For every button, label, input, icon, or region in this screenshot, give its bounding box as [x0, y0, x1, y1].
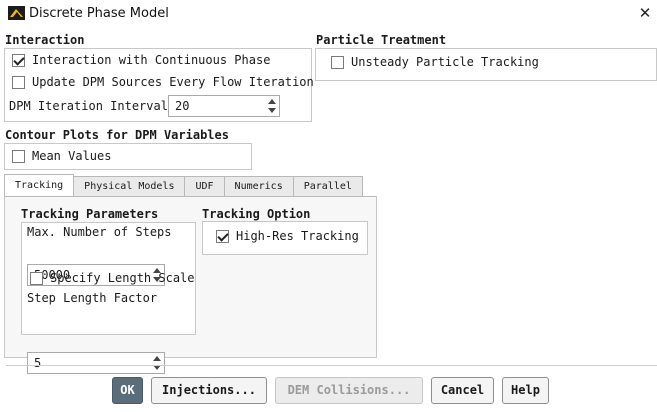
cancel-button[interactable]: Cancel — [431, 377, 494, 404]
spin-up-icon[interactable] — [153, 356, 161, 361]
step-length-factor-value[interactable]: 5 — [34, 356, 164, 370]
high-res-tracking-row[interactable]: High-Res Tracking — [216, 229, 359, 243]
ok-button[interactable]: OK — [112, 377, 143, 404]
high-res-tracking-label: High-Res Tracking — [236, 229, 359, 243]
interaction-continuous-checkbox[interactable] — [12, 53, 25, 67]
unsteady-tracking-label: Unsteady Particle Tracking — [351, 55, 539, 69]
mean-values-label: Mean Values — [32, 149, 112, 163]
spin-down-icon[interactable] — [268, 108, 276, 113]
unsteady-tracking-row[interactable]: Unsteady Particle Tracking — [331, 55, 539, 69]
spin-up-icon[interactable] — [268, 99, 276, 104]
dpm-iteration-interval-label: DPM Iteration Interval — [9, 99, 168, 113]
step-length-factor-spinner[interactable] — [152, 354, 162, 372]
update-dpm-sources-label: Update DPM Sources Every Flow Iteration — [32, 75, 314, 89]
specify-length-scale-checkbox[interactable] — [30, 271, 43, 285]
particle-treatment-title: Particle Treatment — [316, 33, 447, 47]
update-dpm-sources-row[interactable]: Update DPM Sources Every Flow Iteration — [12, 75, 314, 89]
interaction-continuous-label: Interaction with Continuous Phase — [32, 53, 271, 67]
close-icon[interactable]: ✕ — [636, 4, 654, 22]
injections-button[interactable]: Injections... — [151, 377, 267, 404]
tab-bar: Tracking Physical Models UDF Numerics Pa… — [4, 174, 363, 196]
update-dpm-sources-checkbox[interactable] — [12, 75, 25, 89]
dem-collisions-button[interactable]: DEM Collisions... — [275, 377, 423, 404]
step-length-factor-input[interactable]: 5 — [27, 352, 165, 374]
max-steps-label: Max. Number of Steps — [27, 225, 172, 239]
title-bar: Discrete Phase Model ✕ — [0, 0, 657, 28]
window-title: Discrete Phase Model — [29, 6, 169, 21]
help-button[interactable]: Help — [502, 377, 549, 404]
high-res-tracking-checkbox[interactable] — [216, 229, 229, 243]
dpm-iteration-interval-value[interactable]: 20 — [175, 99, 279, 113]
fluent-app-icon — [8, 6, 25, 20]
tab-udf[interactable]: UDF — [184, 176, 225, 196]
step-length-factor-label: Step Length Factor — [27, 291, 158, 305]
dpm-iteration-interval-spinner[interactable] — [267, 97, 277, 115]
mean-values-row[interactable]: Mean Values — [12, 149, 111, 163]
specify-length-scale-label: Specify Length Scale — [50, 271, 195, 285]
unsteady-tracking-checkbox[interactable] — [331, 55, 344, 69]
tracking-option-title: Tracking Option — [202, 207, 311, 221]
dpm-iteration-interval-input[interactable]: 20 — [168, 95, 280, 117]
tab-physical-models[interactable]: Physical Models — [73, 176, 186, 196]
tab-numerics[interactable]: Numerics — [223, 176, 294, 196]
interaction-title: Interaction — [5, 33, 85, 47]
contour-plots-title: Contour Plots for DPM Variables — [5, 128, 229, 142]
tab-parallel[interactable]: Parallel — [292, 176, 363, 196]
button-separator — [6, 365, 657, 366]
tracking-parameters-title: Tracking Parameters — [21, 207, 159, 221]
specify-length-scale-row[interactable]: Specify Length Scale — [30, 271, 195, 285]
interaction-continuous-row[interactable]: Interaction with Continuous Phase — [12, 53, 270, 67]
mean-values-checkbox[interactable] — [12, 149, 25, 163]
tab-tracking[interactable]: Tracking — [4, 174, 75, 196]
